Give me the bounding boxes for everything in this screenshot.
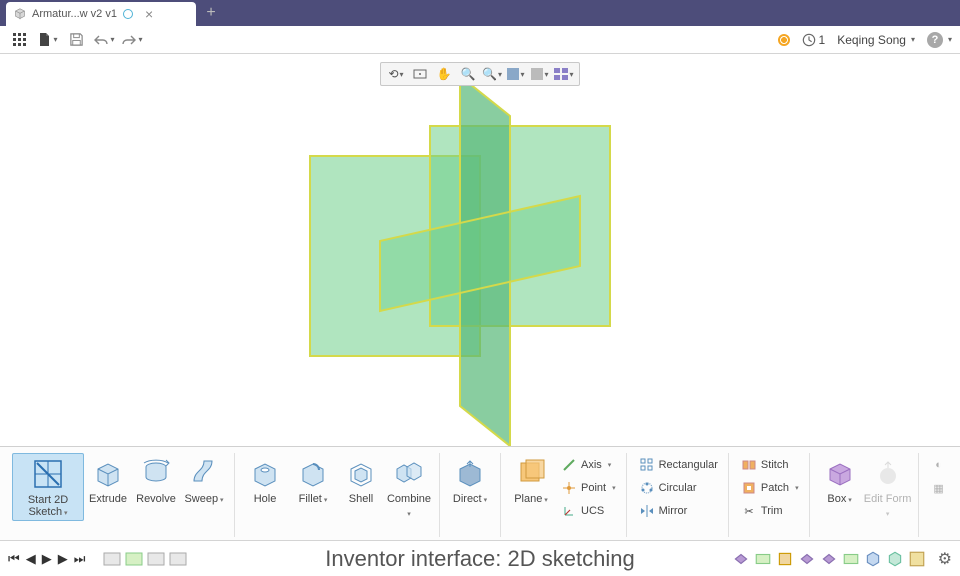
- extrude-button[interactable]: Extrude: [84, 453, 132, 505]
- rectangular-pattern-button[interactable]: Rectangular: [639, 455, 718, 475]
- timeline-first-button[interactable]: ⏮: [8, 551, 20, 567]
- timeline-icon[interactable]: [820, 550, 838, 568]
- patch-button[interactable]: Patch▾: [741, 478, 799, 498]
- shell-button[interactable]: Shell: [337, 453, 385, 505]
- new-tab-button[interactable]: +: [200, 2, 222, 24]
- mirror-button[interactable]: Mirror: [639, 501, 718, 521]
- tab-label: Armatur...w v2 v1: [32, 8, 117, 20]
- help-icon: ?: [927, 32, 943, 48]
- app-grid-button[interactable]: [8, 29, 32, 51]
- axis-button[interactable]: Axis▾: [561, 455, 616, 475]
- timeline-icon[interactable]: [864, 550, 882, 568]
- hole-button[interactable]: Hole: [241, 453, 289, 505]
- job-queue-button[interactable]: 1: [802, 33, 826, 47]
- timeline-icon[interactable]: [732, 550, 750, 568]
- start-2d-sketch-button[interactable]: Start 2D Sketch ▾: [12, 453, 84, 521]
- timeline-prev-button[interactable]: ◀: [26, 551, 36, 567]
- close-tab-button[interactable]: ×: [145, 6, 153, 22]
- sweep-button[interactable]: Sweep ▾: [180, 453, 228, 507]
- ucs-button[interactable]: UCS: [561, 501, 616, 521]
- appearance-button: ◐: [931, 455, 947, 475]
- file-menu-button[interactable]: ▾: [36, 29, 60, 51]
- edit-form-button: Edit Form ▾: [864, 453, 912, 521]
- timeline-feature-icon[interactable]: [169, 552, 187, 566]
- viewport-layout-button[interactable]: ▾: [553, 64, 575, 84]
- timeline-icon[interactable]: [754, 550, 772, 568]
- status-bar: ⏮ ◀ ▶ ▶ ⏭ Inventor interface: 2D sketchi…: [0, 540, 960, 576]
- titlebar: Armatur...w v2 v1 × +: [0, 0, 960, 26]
- zoom-button[interactable]: 🔍: [457, 64, 479, 84]
- combine-button[interactable]: Combine ▾: [385, 453, 433, 521]
- direct-button[interactable]: Direct ▾: [446, 453, 494, 507]
- revolve-button[interactable]: Revolve: [132, 453, 180, 505]
- cube-icon: [14, 8, 26, 20]
- record-icon[interactable]: [778, 34, 790, 46]
- clock-icon: [802, 33, 816, 47]
- queue-count: 1: [819, 33, 826, 47]
- timeline-features: [103, 552, 187, 566]
- timeline-last-button[interactable]: ⏭: [74, 551, 86, 567]
- material-button: ▦: [931, 478, 947, 498]
- unsaved-indicator-icon: [123, 9, 133, 19]
- caption-text: Inventor interface: 2D sketching: [325, 546, 634, 572]
- pan-button[interactable]: ✋: [433, 64, 455, 84]
- viewport-toolbar: ⟲▾ ✋ 🔍 🔍▾ ▾ ▾ ▾: [380, 62, 580, 86]
- trim-button[interactable]: ✂Trim: [741, 501, 799, 521]
- timeline-icon[interactable]: [908, 550, 926, 568]
- origin-planes-icon: [280, 76, 640, 446]
- timeline-feature-icon[interactable]: [125, 552, 143, 566]
- settings-button[interactable]: ⚙: [938, 549, 952, 569]
- environment-button[interactable]: ▾: [529, 64, 551, 84]
- display-style-button[interactable]: ▾: [505, 64, 527, 84]
- user-menu-button[interactable]: Keqing Song▾: [837, 33, 915, 47]
- timeline-feature-icon[interactable]: [147, 552, 165, 566]
- redo-button[interactable]: ▾: [120, 29, 144, 51]
- look-at-button[interactable]: [409, 64, 431, 84]
- timeline-icon[interactable]: [886, 550, 904, 568]
- save-button[interactable]: [64, 29, 88, 51]
- timeline-next-button[interactable]: ▶: [58, 551, 68, 567]
- user-name: Keqing Song: [837, 33, 906, 47]
- help-menu-button[interactable]: ?▾: [927, 32, 952, 48]
- undo-button[interactable]: ▾: [92, 29, 116, 51]
- orbit-button[interactable]: ⟲▾: [385, 64, 407, 84]
- plane-button[interactable]: Plane ▾: [507, 453, 555, 507]
- point-button[interactable]: Point▾: [561, 478, 616, 498]
- timeline-playbar: ⏮ ◀ ▶ ▶ ⏭: [8, 551, 85, 567]
- viewport-canvas[interactable]: [0, 54, 960, 446]
- quick-access-bar: ▾ ▾ ▾ 1 Keqing Song▾ ?▾: [0, 26, 960, 54]
- zoom-fit-button[interactable]: 🔍▾: [481, 64, 503, 84]
- timeline-play-button[interactable]: ▶: [42, 551, 52, 567]
- timeline-icon[interactable]: [776, 550, 794, 568]
- ribbon-toolbar: Start 2D Sketch ▾ Extrude Revolve Sweep …: [0, 446, 960, 540]
- circular-pattern-button[interactable]: Circular: [639, 478, 718, 498]
- stitch-button[interactable]: Stitch: [741, 455, 799, 475]
- document-tab[interactable]: Armatur...w v2 v1 ×: [6, 2, 196, 26]
- fillet-button[interactable]: Fillet ▾: [289, 453, 337, 507]
- timeline-feature-icon[interactable]: [103, 552, 121, 566]
- timeline-icon[interactable]: [842, 550, 860, 568]
- box-button[interactable]: Box ▾: [816, 453, 864, 507]
- timeline-icon[interactable]: [798, 550, 816, 568]
